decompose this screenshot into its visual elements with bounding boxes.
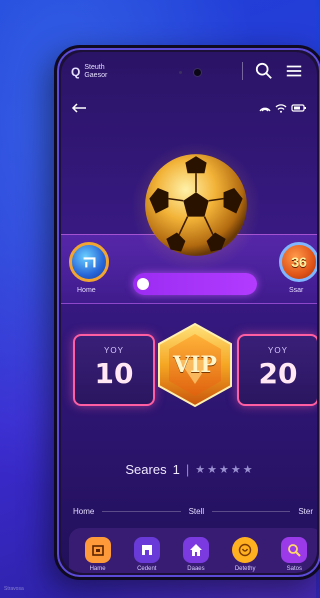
progress-bar[interactable] [133, 273, 257, 295]
rating-divider: | [185, 462, 190, 477]
battery-icon [291, 104, 306, 112]
search-icon[interactable] [255, 62, 273, 80]
section-tabs: Home Stell Ster [73, 507, 313, 516]
divider [212, 511, 291, 512]
house-icon [182, 536, 209, 563]
player-avatar-left[interactable] [69, 242, 109, 282]
nav-label: Cedent [137, 565, 157, 572]
phone-screen: Q Steuth Gaesor Home 36 Ssar YOY 10 YOY … [61, 52, 317, 573]
top-icons [242, 62, 303, 80]
tab-ster[interactable]: Ster [298, 507, 313, 516]
signal-icon [259, 107, 271, 112]
phone-frame: Q Steuth Gaesor Home 36 Ssar YOY 10 YOY … [54, 45, 320, 580]
divider [102, 511, 181, 512]
card-right-value: 20 [258, 357, 298, 390]
nav-item-satos[interactable]: Satos [273, 536, 315, 572]
player-left-label: Home [77, 287, 96, 294]
vip-badge[interactable]: VIP [155, 320, 235, 410]
star-icon[interactable]: ★ [195, 463, 205, 476]
top-bar: Q Steuth Gaesor [61, 52, 317, 92]
star-icon[interactable]: ★ [231, 463, 241, 476]
nav-label: Satos [286, 565, 303, 572]
nav-item-cedent[interactable]: Cedent [126, 536, 168, 572]
vip-label: VIP [173, 352, 217, 378]
profile-icon [83, 257, 96, 268]
score-card-right[interactable]: YOY 20 [237, 334, 317, 406]
nav-label: Hame [89, 565, 106, 572]
rating-value: 1 [172, 462, 180, 477]
card-left-value: 10 [94, 357, 134, 390]
nav-label: Daaes [187, 565, 205, 572]
q-logo-icon: Q [71, 65, 81, 79]
player-right-label: Ssar [289, 287, 304, 294]
gate-icon [133, 536, 160, 563]
star-icon[interactable]: ★ [243, 463, 253, 476]
rating-label: Seares [125, 462, 167, 477]
tab-home[interactable]: Home [73, 507, 94, 516]
nav-item-hame[interactable]: Hame [77, 536, 119, 572]
nav-label: Detethy [234, 565, 256, 572]
bottom-nav: Hame Cedent Daaes Detethy Satos [69, 528, 317, 573]
sensor-dot [179, 71, 182, 74]
star-icon[interactable]: ★ [207, 463, 217, 476]
progress-knob[interactable] [137, 278, 149, 290]
score-card-left[interactable]: YOY 10 [73, 334, 155, 406]
brand[interactable]: Q Steuth Gaesor [71, 64, 107, 80]
soccer-ball-icon [145, 154, 247, 256]
player-avatar-right[interactable]: 36 [279, 242, 317, 282]
coin-icon [232, 536, 259, 563]
home-icon [84, 536, 111, 563]
nav-item-daaes[interactable]: Daaes [175, 536, 217, 572]
rating-stars[interactable]: ★ ★ ★ ★ ★ [195, 463, 252, 476]
brand-line-2: Gaesor [84, 72, 108, 79]
nav-item-detethy[interactable]: Detethy [224, 536, 266, 572]
tab-stell[interactable]: Stell [189, 507, 205, 516]
menu-icon[interactable] [285, 62, 303, 80]
card-right-tag: YOY [268, 346, 288, 355]
wifi-icon [275, 104, 287, 113]
status-icons [259, 103, 307, 113]
card-left-tag: YOY [104, 346, 124, 355]
magnify-icon [281, 536, 308, 563]
rating-row: Seares 1 | ★ ★ ★ ★ ★ [61, 462, 317, 477]
brand-text: Steuth Gaesor [84, 64, 107, 80]
player-right-value: 36 [291, 254, 307, 270]
status-row [71, 100, 307, 116]
star-icon[interactable]: ★ [219, 463, 229, 476]
divider [242, 62, 243, 80]
camera-icon [193, 68, 202, 77]
watermark: Stravosa [4, 586, 24, 592]
brand-line-1: Steuth [84, 64, 105, 71]
back-arrow-icon[interactable] [71, 103, 87, 113]
